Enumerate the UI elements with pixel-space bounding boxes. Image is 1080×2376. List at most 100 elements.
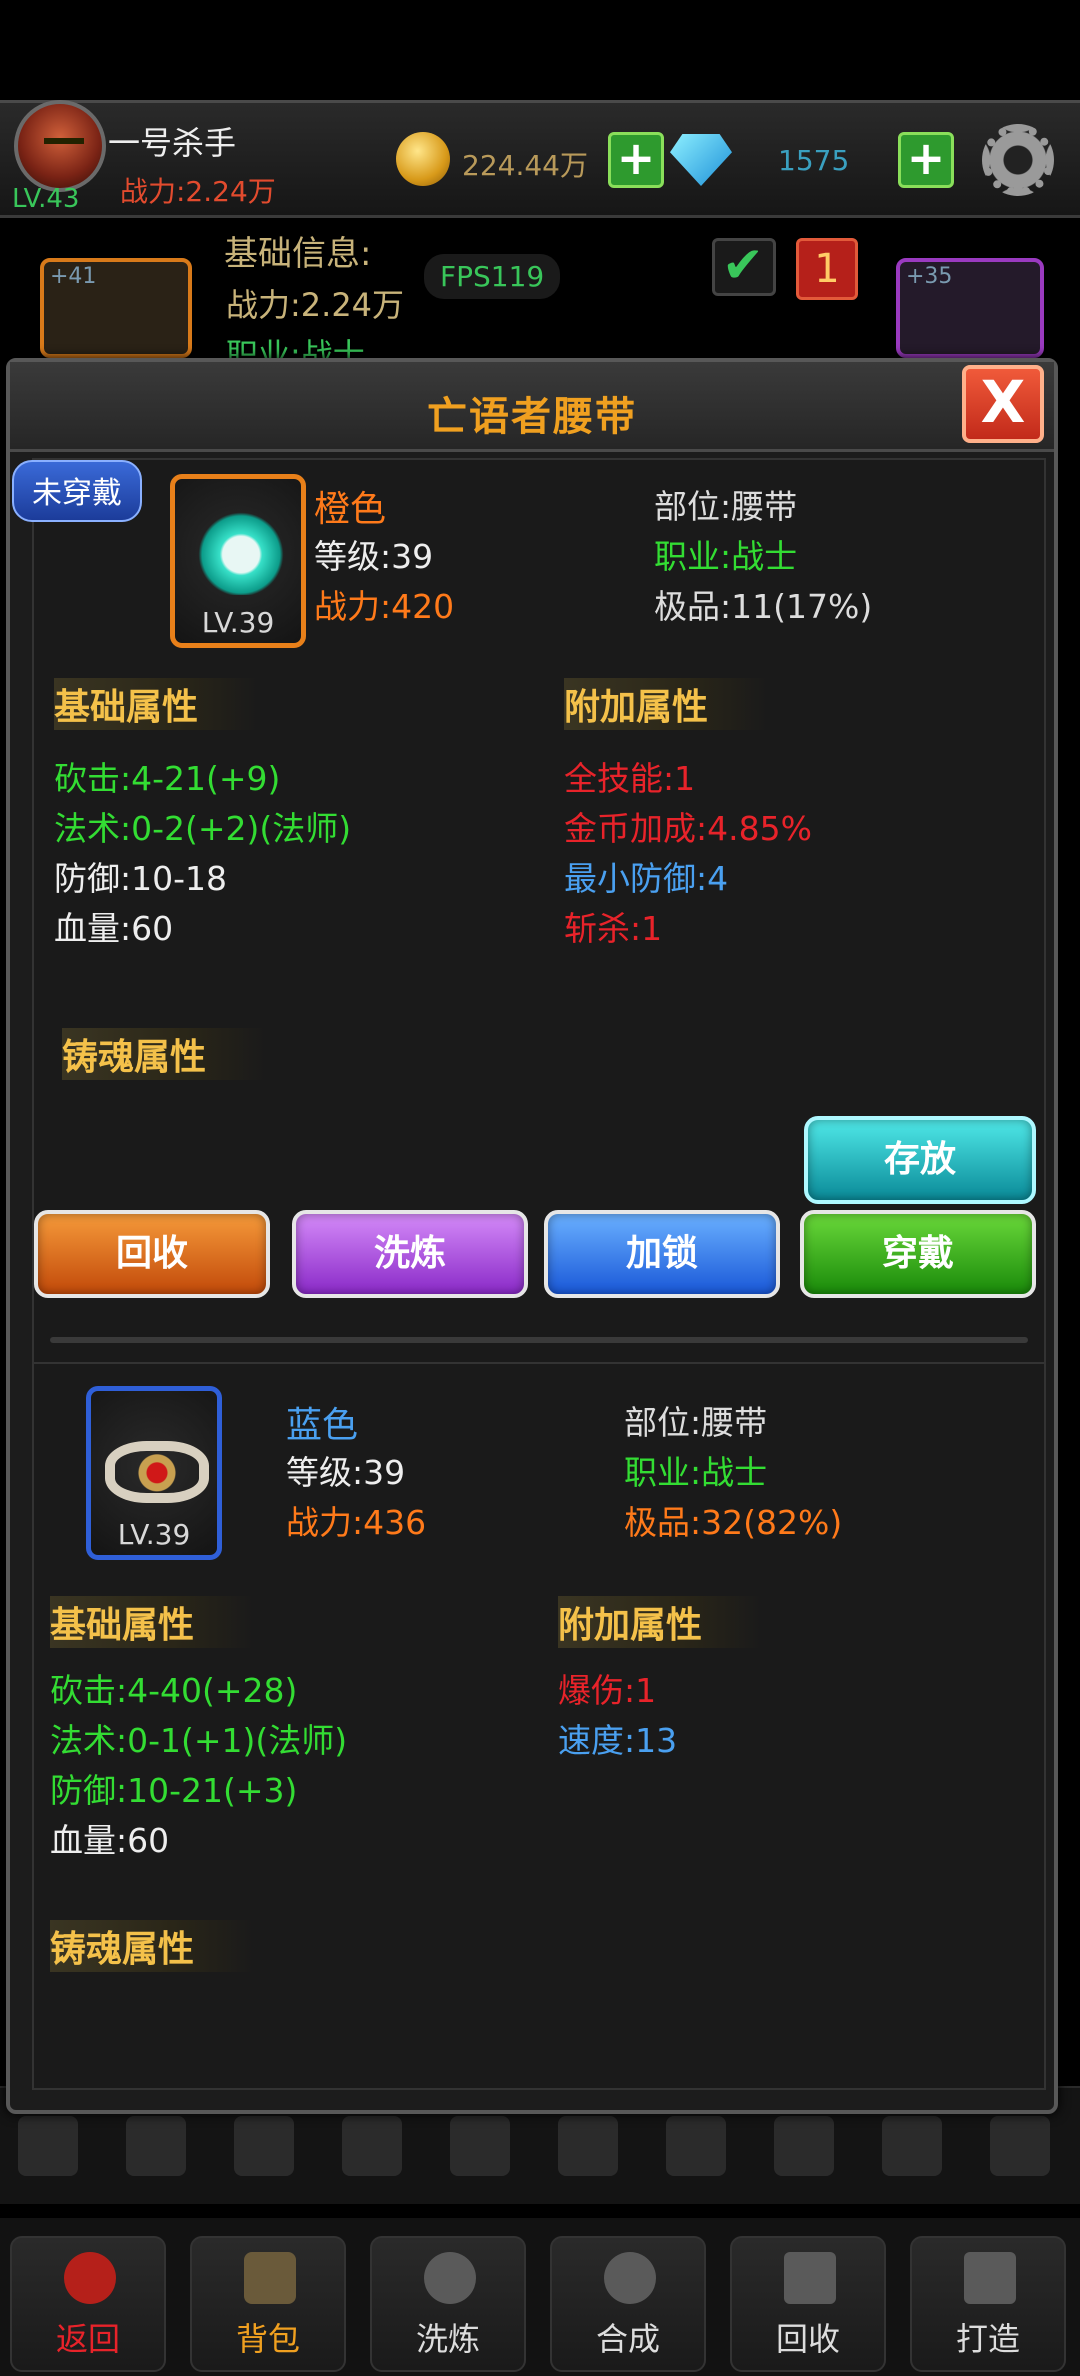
sword-filter-icon[interactable]	[450, 2116, 510, 2176]
back-arrow-icon	[64, 2252, 116, 2304]
nav-combine-button[interactable]: 合成	[550, 2236, 706, 2372]
checkmark-icon: ✔	[722, 236, 764, 294]
nav-label: 打造	[955, 2320, 1020, 2358]
extra-stat: 最小防御:4	[564, 859, 729, 898]
soul-attributes-title: 铸魂属性	[50, 1920, 255, 1972]
pants-filter-icon[interactable]	[234, 2116, 294, 2176]
player-avatar[interactable]	[14, 100, 106, 192]
soul-attributes-title: 铸魂属性	[62, 1028, 267, 1080]
extra-stat: 全技能:1	[564, 759, 696, 798]
add-diamond-button[interactable]: +	[898, 132, 954, 188]
selected-item-icon[interactable]: LV.39	[170, 474, 306, 648]
extra-stat: 斩杀:1	[564, 909, 663, 948]
belt-filter-icon[interactable]	[774, 2116, 834, 2176]
nav-bag-button[interactable]: 背包	[190, 2236, 346, 2372]
player-level: LV.43	[12, 184, 80, 214]
settings-gear-icon[interactable]	[982, 124, 1054, 196]
nav-back-button[interactable]: 返回	[10, 2236, 166, 2372]
item-detail-dialog: 亡语者腰带 LV.39 橙色 等级:39 战力:420 部位:腰带 职业:战士 …	[6, 358, 1058, 2114]
item-power: 战力:420	[314, 587, 455, 626]
bag-icon	[244, 2252, 296, 2304]
equip-slot-helmet[interactable]: +41	[40, 258, 192, 358]
store-button[interactable]: 存放	[804, 1116, 1036, 1204]
item-quality: 蓝色	[286, 1405, 359, 1446]
nav-recycle-button[interactable]: 回收	[730, 2236, 886, 2372]
slot-enhance-level: +41	[50, 264, 97, 289]
nav-refine-button[interactable]: 洗炼	[370, 2236, 526, 2372]
ring-filter-icon[interactable]	[342, 2116, 402, 2176]
item-slot: 部位:腰带	[624, 1403, 768, 1442]
slot-enhance-level: +35	[906, 264, 953, 289]
base-stat: 砍击:4-21(+9)	[54, 759, 281, 798]
base-stat: 法术:0-2(+2)(法师)	[54, 809, 352, 848]
extra-stat: 速度:13	[558, 1721, 678, 1760]
refine-button[interactable]: 洗炼	[292, 1210, 528, 1298]
basic-info-class: 职业:战士	[226, 336, 365, 358]
compare-item-icon[interactable]: LV.39	[86, 1386, 222, 1560]
section-divider	[50, 1337, 1028, 1343]
base-stat: 法术:0-1(+1)(法师)	[50, 1721, 348, 1760]
belt-icon	[105, 1441, 209, 1503]
nav-label: 洗炼	[415, 2320, 480, 2358]
base-stat: 砍击:4-40(+28)	[50, 1671, 298, 1710]
nav-label: 背包	[235, 2320, 300, 2358]
fps-counter: FPS119	[424, 254, 561, 299]
item-level-text: 等级:39	[286, 1453, 406, 1492]
nav-label: 回收	[775, 2320, 840, 2358]
diamond-amount: 1575	[778, 144, 850, 177]
boot-filter-icon[interactable]	[882, 2116, 942, 2176]
item-level-text: 等级:39	[314, 537, 434, 576]
item-level: LV.39	[117, 1518, 191, 1551]
item-slot: 部位:腰带	[654, 487, 798, 526]
glove-filter-icon[interactable]	[558, 2116, 618, 2176]
page-number-badge[interactable]: 1	[796, 238, 858, 300]
shield-filter-icon[interactable]	[990, 2116, 1050, 2176]
nav-label: 合成	[595, 2320, 660, 2358]
equip-slot-weapon[interactable]: +35	[896, 258, 1044, 358]
gold-coin-icon	[396, 132, 450, 186]
player-power: 战力:2.24万	[120, 175, 276, 208]
item-class: 职业:战士	[624, 1453, 768, 1492]
extra-stat: 爆伤:1	[558, 1671, 657, 1710]
shoulder-filter-icon[interactable]	[666, 2116, 726, 2176]
combine-icon	[604, 2252, 656, 2304]
extra-attributes-title: 附加属性	[564, 678, 769, 730]
extra-stat: 金币加成:4.85%	[564, 809, 812, 848]
selected-item-panel: LV.39 橙色 等级:39 战力:420 部位:腰带 职业:战士 极品:11(…	[32, 458, 1046, 1458]
base-stat: 防御:10-18	[54, 859, 228, 898]
nav-label: 返回	[55, 2320, 120, 2358]
close-button[interactable]: X	[962, 365, 1044, 443]
item-level: LV.39	[201, 606, 275, 639]
base-stat: 血量:60	[50, 1821, 170, 1860]
armor-filter-icon[interactable]	[126, 2116, 186, 2176]
anvil-icon	[964, 2252, 1016, 2304]
refine-swirl-icon	[424, 2252, 476, 2304]
basic-info-power: 战力:2.24万	[226, 286, 405, 324]
item-grade: 极品:11(17%)	[654, 587, 873, 626]
lock-button[interactable]: 加锁	[544, 1210, 780, 1298]
item-grade: 极品:32(82%)	[624, 1503, 843, 1542]
trash-icon	[784, 2252, 836, 2304]
base-stat: 血量:60	[54, 909, 174, 948]
bottom-navigation: 返回 背包 洗炼 合成 回收 打造	[0, 2218, 1080, 2376]
nav-forge-button[interactable]: 打造	[910, 2236, 1066, 2372]
item-class: 职业:战士	[654, 537, 798, 576]
belt-icon	[191, 505, 291, 595]
recycle-button[interactable]: 回收	[34, 1210, 270, 1298]
base-attributes-title: 基础属性	[50, 1596, 255, 1648]
helmet-filter-icon[interactable]	[18, 2116, 78, 2176]
unworn-badge: 未穿戴	[12, 460, 142, 522]
player-name: 一号杀手	[108, 124, 237, 162]
extra-attributes-title: 附加属性	[558, 1596, 763, 1648]
wear-button[interactable]: 穿戴	[800, 1210, 1036, 1298]
basic-info-title: 基础信息:	[224, 234, 372, 274]
add-gold-button[interactable]: +	[608, 132, 664, 188]
dialog-title: 亡语者腰带	[427, 394, 637, 440]
dialog-header: 亡语者腰带	[10, 362, 1054, 452]
gold-amount: 224.44万	[462, 149, 588, 182]
item-power: 战力:436	[286, 1503, 427, 1542]
item-quality: 橙色	[314, 489, 387, 530]
base-attributes-title: 基础属性	[54, 678, 259, 730]
base-stat: 防御:10-21(+3)	[50, 1771, 298, 1810]
equipped-compare-panel: LV.39 蓝色 等级:39 战力:436 部位:腰带 职业:战士 极品:32(…	[32, 1362, 1046, 2090]
